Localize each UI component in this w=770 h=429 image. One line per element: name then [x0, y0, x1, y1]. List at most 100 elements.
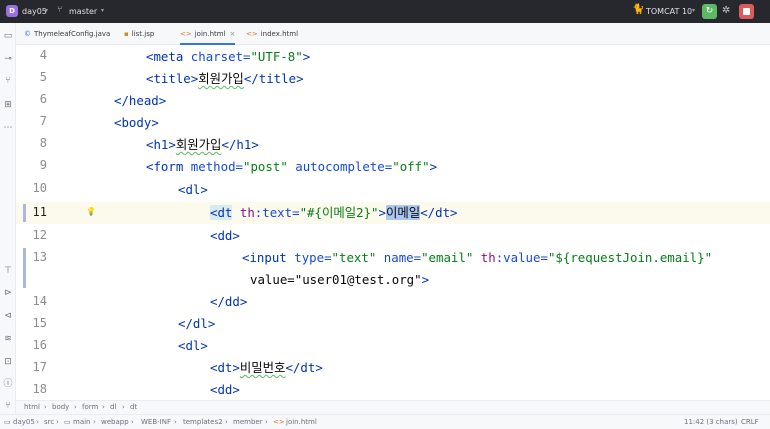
tab-join-html[interactable]: <> join.html × [180, 23, 236, 45]
status-path-item[interactable]: webapp [101, 418, 129, 426]
terminal-icon[interactable]: ⊡ [2, 356, 14, 368]
line-number: 17 [32, 360, 47, 374]
status-path-item[interactable]: WEB-INF [141, 418, 171, 426]
run-config-name[interactable]: TOMCAT 10 [646, 7, 692, 16]
chevron-right-icon: › [93, 418, 96, 426]
status-path-item[interactable]: src [44, 418, 54, 426]
tab-index-html[interactable]: <> index.html [246, 23, 298, 45]
line-number: 10 [32, 181, 47, 195]
code-editor[interactable]: 💡 4 5 6 7 8 9 10 11 12 13 14 15 16 17 18… [16, 45, 770, 400]
chevron-right-icon: › [56, 418, 59, 426]
html-file-icon: <> [273, 418, 285, 426]
breadcrumb-item[interactable]: body [52, 403, 69, 411]
line-number: 16 [32, 338, 47, 352]
code-line[interactable]: <title>회원가입</title> [146, 68, 304, 90]
git-branch-icon[interactable]: ⑂ [57, 5, 62, 15]
chevron-right-icon: › [131, 418, 134, 426]
folder-icon: ▭ [64, 418, 71, 426]
problems-icon[interactable]: ⓘ [2, 378, 14, 390]
tab-thymeleafconfig[interactable]: © ThymeleafConfig.java [24, 23, 110, 45]
line-number: 14 [32, 294, 47, 308]
more-icon[interactable]: ⋯ [2, 122, 14, 134]
code-line[interactable]: <form method="post" autocomplete="off"> [146, 156, 437, 178]
html-file-icon: <> [246, 30, 258, 38]
breadcrumb-item[interactable]: html [24, 403, 40, 411]
chevron-right-icon: › [74, 403, 77, 411]
lightbulb-icon[interactable]: 💡 [86, 207, 96, 216]
line-number: 18 [32, 382, 47, 396]
tab-label: join.html [194, 30, 226, 38]
left-tool-strip: ▭ ⊸ ⑂ ⊞ ⋯ ⊤ ⊳ ⊲ ≋ ⊡ ⓘ ⑂ [0, 23, 16, 414]
code-line[interactable]: <input type="text" name="email" th:value… [242, 247, 712, 269]
status-bar: ▭ day05 › src › ▭ main › webapp › WEB-IN… [0, 414, 770, 429]
tab-label: ThymeleafConfig.java [34, 30, 111, 38]
code-line[interactable]: <h1>회원가입</h1> [146, 134, 259, 156]
tab-list-jsp[interactable]: ▪ list.jsp [124, 23, 154, 45]
chevron-down-icon[interactable]: ▾ [101, 7, 104, 14]
status-path-item[interactable]: join.html [286, 418, 317, 426]
rerun-button[interactable]: ↻ [702, 4, 717, 19]
structure-icon[interactable]: ⊞ [2, 99, 14, 111]
cursor-position[interactable]: 11:42 (3 chars) [684, 418, 738, 426]
git-icon[interactable]: ⑂ [2, 400, 14, 412]
status-path-item[interactable]: member [233, 418, 263, 426]
module-icon: ▭ [4, 418, 11, 426]
line-number: 7 [39, 114, 47, 128]
code-line[interactable]: <meta charset="UTF-8"> [146, 46, 310, 68]
jsp-file-icon: ▪ [124, 30, 129, 38]
debug-icon[interactable]: ✲ [722, 5, 730, 16]
code-line[interactable]: </head> [114, 90, 166, 112]
tab-label: list.jsp [131, 30, 155, 38]
project-badge[interactable]: D [6, 5, 18, 17]
line-number: 8 [39, 136, 47, 150]
breadcrumb-item[interactable]: dt [130, 403, 137, 411]
services-icon[interactable]: ⊤ [2, 265, 14, 277]
breadcrumb-item[interactable]: form [82, 403, 98, 411]
line-number: 6 [39, 92, 47, 106]
line-number: 15 [32, 316, 47, 330]
chevron-down-icon[interactable]: ▾ [692, 7, 695, 14]
line-number: 11 [32, 205, 47, 219]
code-line[interactable]: <dt th:text="#{이메일2}">이메일</dt> [210, 202, 458, 224]
status-path-item[interactable]: day05 [13, 418, 35, 426]
stop-button[interactable] [739, 4, 754, 19]
code-line[interactable]: </dl> [178, 313, 215, 335]
commit-icon[interactable]: ⊸ [2, 53, 14, 65]
line-number: 5 [39, 70, 47, 84]
line-separator[interactable]: CRLF [741, 418, 759, 426]
chevron-right-icon: › [122, 403, 125, 411]
status-path-item[interactable]: templates2 [183, 418, 223, 426]
breadcrumb: html › body › form › dl › dt [16, 400, 770, 414]
line-number: 12 [32, 228, 47, 242]
debug-icon[interactable]: ⊲ [2, 310, 14, 322]
chevron-right-icon: › [265, 418, 268, 426]
code-line[interactable]: </dd> [210, 291, 247, 313]
title-bar: D day05 ▾ ⑂ master ▾ 🐈 TOMCAT 10 ▾ ↻ ✲ [0, 0, 770, 23]
project-name[interactable]: day05 [22, 7, 47, 16]
code-line[interactable]: <dl> [178, 179, 208, 201]
run-icon[interactable]: ⊳ [2, 287, 14, 299]
java-class-icon: © [24, 30, 31, 38]
status-path-item[interactable]: main [73, 418, 91, 426]
folder-icon[interactable]: ▭ [2, 30, 14, 42]
code-line[interactable]: value="user01@test.org"> [250, 269, 429, 291]
tomcat-icon: 🐈 [632, 4, 645, 15]
code-line[interactable]: <dt>비밀번호</dt> [210, 357, 323, 379]
pull-requests-icon[interactable]: ⑂ [2, 75, 14, 87]
breadcrumb-item[interactable]: dl [110, 403, 116, 411]
code-line[interactable]: <body> [114, 112, 159, 134]
chevron-right-icon: › [44, 403, 47, 411]
layers-icon[interactable]: ≋ [2, 333, 14, 345]
chevron-right-icon: › [36, 418, 39, 426]
code-line[interactable]: <dd> [210, 379, 240, 400]
tab-label: index.html [260, 30, 299, 38]
line-number: 9 [39, 158, 47, 172]
code-line[interactable]: <dd> [210, 225, 240, 247]
chevron-right-icon: › [174, 418, 177, 426]
branch-name[interactable]: master [69, 7, 97, 16]
code-line[interactable]: <dl> [178, 335, 208, 357]
line-number: 13 [32, 250, 47, 264]
line-number: 4 [39, 48, 47, 62]
close-icon[interactable]: × [230, 30, 236, 38]
chevron-down-icon[interactable]: ▾ [45, 7, 48, 14]
